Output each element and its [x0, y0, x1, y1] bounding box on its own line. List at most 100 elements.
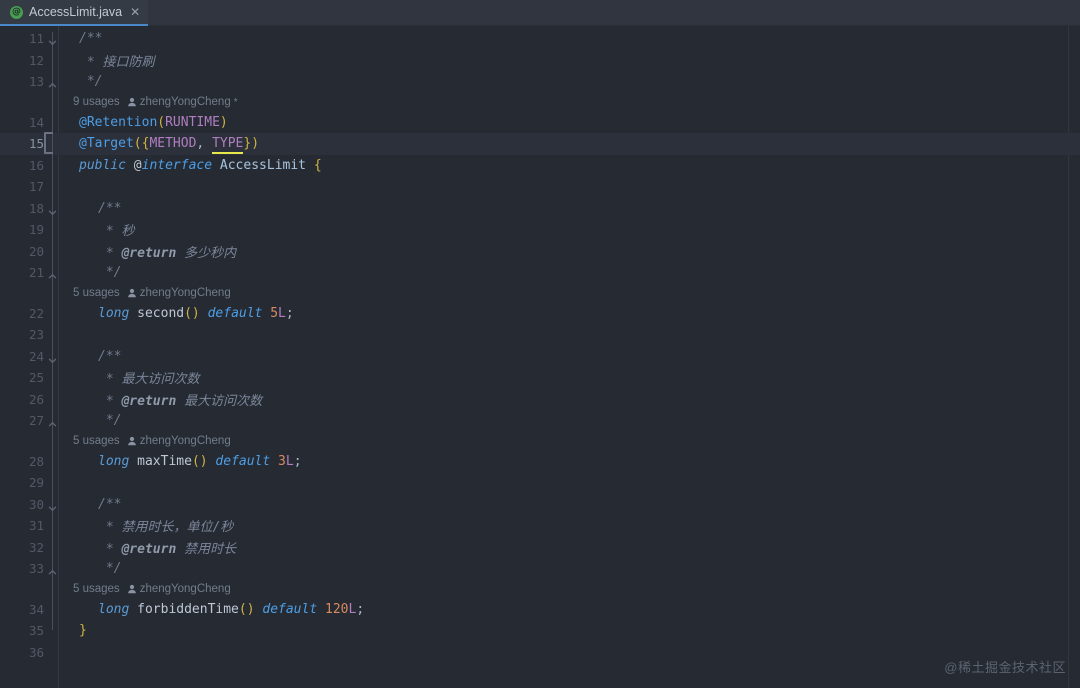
code-line[interactable]: 20 * @return 多少秒内: [0, 241, 1080, 263]
author-hint[interactable]: zhengYongCheng *: [127, 96, 238, 108]
code-line[interactable]: 17: [0, 176, 1080, 198]
token: long: [98, 601, 130, 617]
code-text[interactable]: long second() default 5L;: [46, 306, 1080, 321]
code-line[interactable]: 29: [0, 472, 1080, 494]
author-name: zhengYongCheng: [139, 96, 231, 108]
line-number: 32: [28, 539, 44, 555]
fold-end-icon[interactable]: [47, 76, 58, 88]
token: 最大访问次数: [121, 372, 200, 388]
code-text[interactable]: * @return 最大访问次数: [46, 390, 1080, 409]
usages-hint[interactable]: 5 usages: [73, 287, 120, 299]
code-line[interactable]: 24 /**: [0, 346, 1080, 368]
token: (): [184, 305, 200, 321]
line-number: 23: [28, 327, 44, 343]
tab-accesslimit-java[interactable]: @ AccessLimit.java ✕: [0, 0, 149, 26]
code-line[interactable]: 25 * 最大访问次数: [0, 367, 1080, 389]
code-line[interactable]: 31 * 禁用时长，单位/秒: [0, 515, 1080, 537]
author-hint[interactable]: zhengYongCheng: [127, 583, 231, 595]
code-text[interactable]: */: [46, 265, 1080, 280]
usages-hint[interactable]: 5 usages: [73, 583, 120, 595]
code-line[interactable]: 35}: [0, 620, 1080, 642]
code-line[interactable]: 13 */: [0, 71, 1080, 93]
code-line[interactable]: 30 /**: [0, 494, 1080, 516]
code-line[interactable]: 36: [0, 642, 1080, 664]
code-line[interactable]: 23: [0, 324, 1080, 346]
token: long: [98, 453, 130, 469]
close-icon[interactable]: ✕: [130, 5, 140, 19]
code-text[interactable]: * 秒: [46, 220, 1080, 239]
code-line[interactable]: 19 * 秒: [0, 219, 1080, 241]
code-line[interactable]: 16 public @interface AccessLimit {: [0, 155, 1080, 177]
usages-hint[interactable]: 5 usages: [73, 435, 120, 447]
code-vision-row[interactable]: 5 usages zhengYongCheng: [0, 580, 231, 599]
code-line[interactable]: 12 * 接口防刷: [0, 50, 1080, 72]
code-line[interactable]: 32 * @return 禁用时长: [0, 537, 1080, 559]
code-text[interactable]: */: [46, 413, 1080, 428]
code-text[interactable]: */: [46, 74, 1080, 89]
code-text[interactable]: public @interface AccessLimit {: [46, 158, 1080, 173]
token: /**: [98, 200, 122, 216]
usages-hint[interactable]: 9 usages: [73, 96, 120, 108]
fold-collapse-icon[interactable]: [47, 499, 58, 511]
code-text[interactable]: * @return 多少秒内: [46, 242, 1080, 261]
code-line[interactable]: 21 */: [0, 262, 1080, 284]
code-text[interactable]: long forbiddenTime() default 120L;: [46, 602, 1080, 617]
author-hint[interactable]: zhengYongCheng: [127, 287, 231, 299]
token: @return: [121, 541, 177, 557]
token: *: [98, 520, 122, 536]
code-line[interactable]: 22 long second() default 5L;: [0, 303, 1080, 325]
line-number: 18: [28, 200, 44, 216]
code-text[interactable]: @Target({METHOD, TYPE}): [46, 136, 1080, 155]
token: default: [262, 601, 318, 617]
code-line[interactable]: 34 long forbiddenTime() default 120L;: [0, 599, 1080, 621]
token: *: [98, 245, 122, 261]
code-text[interactable]: /**: [46, 201, 1080, 216]
code-text[interactable]: * 最大访问次数: [46, 368, 1080, 387]
code-text[interactable]: long maxTime() default 3L;: [46, 454, 1080, 469]
token: AccessLimit: [219, 157, 306, 173]
author-hint[interactable]: zhengYongCheng: [127, 435, 231, 447]
code-text[interactable]: * @return 禁用时长: [46, 538, 1080, 557]
modified-marker: *: [233, 96, 238, 108]
fold-end-icon[interactable]: [47, 415, 58, 427]
code-vision-row[interactable]: 5 usages zhengYongCheng: [0, 284, 231, 303]
code-line[interactable]: 18 /**: [0, 198, 1080, 220]
fold-end-icon[interactable]: [47, 563, 58, 575]
code-vision-row[interactable]: 5 usages zhengYongCheng: [0, 432, 231, 451]
line-number: 24: [28, 348, 44, 364]
line-number: 26: [28, 391, 44, 407]
code-text[interactable]: /**: [46, 497, 1080, 512]
person-icon: [127, 436, 136, 446]
code-editor[interactable]: 11/** 12 * 接口防刷 13 */ 14 @Retention(RUNTIME)…: [0, 26, 1080, 688]
fold-collapse-icon[interactable]: [47, 33, 58, 46]
code-text[interactable]: /**: [46, 31, 1080, 46]
token: second: [137, 305, 185, 321]
code-text[interactable]: /**: [46, 349, 1080, 364]
code-text[interactable]: * 禁用时长，单位/秒: [46, 516, 1080, 535]
code-text[interactable]: }: [46, 623, 1080, 638]
code-text[interactable]: * 接口防刷: [46, 51, 1080, 70]
code-line[interactable]: 14 @Retention(RUNTIME): [0, 112, 1080, 134]
fold-end-icon[interactable]: [47, 267, 58, 279]
code-line[interactable]: 15 @Target({METHOD, TYPE}): [0, 133, 1080, 155]
token: ;: [356, 601, 365, 617]
author-name: zhengYongCheng: [139, 435, 231, 447]
fold-collapse-icon[interactable]: [47, 351, 58, 363]
code-line[interactable]: 27 */: [0, 410, 1080, 432]
code-text[interactable]: @Retention(RUNTIME): [46, 115, 1080, 130]
code-line[interactable]: 26 * @return 最大访问次数: [0, 389, 1080, 411]
code-vision-row[interactable]: 9 usages zhengYongCheng *: [0, 93, 238, 112]
token: L: [285, 453, 294, 469]
code-line[interactable]: 28 long maxTime() default 3L;: [0, 451, 1080, 473]
token: ;: [293, 453, 302, 469]
token: long: [98, 305, 130, 321]
fold-collapse-icon[interactable]: [47, 203, 58, 215]
code-text[interactable]: */: [46, 561, 1080, 576]
author-name: zhengYongCheng: [139, 583, 231, 595]
code-line[interactable]: 33 */: [0, 558, 1080, 580]
code-line[interactable]: 11 /**: [0, 28, 1080, 50]
